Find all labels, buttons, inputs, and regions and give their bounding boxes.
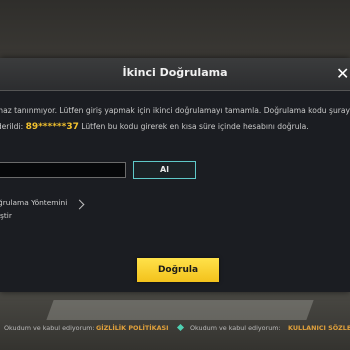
verify-button[interactable]: Doğrula [137, 258, 219, 282]
user-agreement-link[interactable]: KULLANICI SÖZLEŞME [288, 324, 350, 332]
change-method-line2: iştir [0, 211, 12, 220]
checkbox-diamond-icon[interactable] [176, 323, 185, 332]
consent-text-privacy: Okudum ve kabul ediyorum: [4, 324, 95, 332]
info-message-prefix: nderildi: [0, 122, 24, 131]
footer-consent-bar: Okudum ve kabul ediyorum: GİZLİLİK POLİT… [0, 320, 350, 336]
verification-code-input[interactable] [0, 162, 126, 178]
dialog-title: İkinci Doğrulama [122, 66, 228, 79]
masked-phone-number: 89******37 [25, 122, 79, 132]
second-verification-dialog: İkinci Doğrulama ✕ cihaz tanınmıyor. Lüt… [0, 58, 350, 292]
change-verification-method-link[interactable]: ğrulama Yöntemini iştir [0, 196, 88, 224]
background-top [0, 0, 350, 60]
info-message-line2: nderildi: 89******37 Lütfen bu kodu gire… [0, 122, 309, 132]
privacy-policy-link[interactable]: GİZLİLİK POLİTİKASI [96, 324, 169, 332]
info-message-suffix: Lütfen bu kodu girerek en kısa süre için… [78, 122, 309, 131]
info-message-line1: cihaz tanınmıyor. Lütfen giriş yapmak iç… [0, 106, 350, 115]
get-code-button[interactable]: Al [133, 161, 196, 179]
close-icon: ✕ [336, 64, 350, 83]
dialog-header: İkinci Doğrulama ✕ [0, 58, 350, 91]
close-button[interactable]: ✕ [336, 65, 350, 83]
consent-text-terms: Okudum ve kabul ediyorum: [190, 324, 281, 332]
background-light-streak [46, 300, 314, 320]
